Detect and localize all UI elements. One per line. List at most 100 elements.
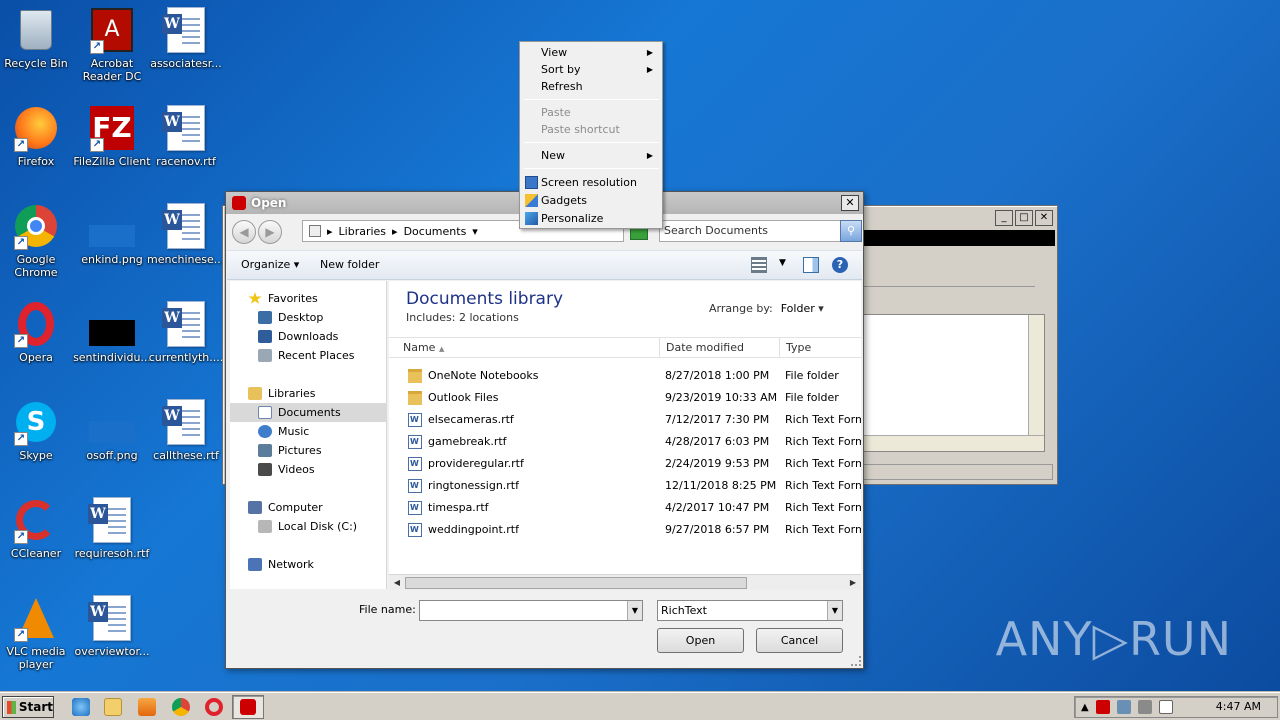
start-button[interactable]: Start <box>2 696 54 718</box>
network-tray-icon[interactable] <box>1116 700 1131 714</box>
nav-pictures[interactable]: Pictures <box>230 441 387 460</box>
nav-libraries[interactable]: Libraries <box>230 384 387 403</box>
menu-item-personalize[interactable]: Personalize <box>523 210 659 227</box>
window-list-area[interactable] <box>863 314 1045 452</box>
file-row[interactable]: Outlook Files 9/23/2019 10:33 AM File fo… <box>389 387 861 409</box>
search-input[interactable]: Search Documents <box>659 220 841 242</box>
column-name[interactable]: Name ▲ <box>389 338 660 358</box>
view-options-icon[interactable] <box>751 257 767 273</box>
desktop-icon-acrobat[interactable]: A ↗ Acrobat Reader DC <box>76 6 148 98</box>
nav-downloads[interactable]: Downloads <box>230 327 387 346</box>
nav-network[interactable]: Network <box>230 555 387 574</box>
help-icon[interactable]: ? <box>832 257 848 273</box>
file-row[interactable]: elsecameras.rtf 7/12/2017 7:30 PM Rich T… <box>389 409 861 431</box>
file-row[interactable]: weddingpoint.rtf 9/27/2018 6:57 PM Rich … <box>389 519 861 541</box>
back-button[interactable]: ◀ <box>232 220 256 244</box>
cancel-button[interactable]: Cancel <box>756 628 843 653</box>
file-row[interactable]: OneNote Notebooks 8/27/2018 1:00 PM File… <box>389 365 861 387</box>
menu-item-paste[interactable]: Paste <box>523 104 659 121</box>
clock[interactable]: 4:47 AM <box>1216 700 1261 713</box>
nav-computer[interactable]: Computer <box>230 498 387 517</box>
file-row[interactable]: ringtonessign.rtf 12/11/2018 8:25 PM Ric… <box>389 475 861 497</box>
nav-documents[interactable]: Documents <box>230 403 387 422</box>
navigation-pane[interactable]: Favorites Desktop Downloads Recent Place… <box>230 281 387 589</box>
breadcrumb-separator-icon[interactable]: ▸ <box>392 225 398 238</box>
desktop-icon-overviewtor[interactable]: W overviewtor... <box>75 594 149 686</box>
desktop-icon-associatesr[interactable]: W associatesr... <box>150 6 222 98</box>
desktop-icon-firefox[interactable]: ↗ Firefox <box>0 104 72 196</box>
file-row[interactable]: provideregular.rtf 2/24/2019 9:53 PM Ric… <box>389 453 861 475</box>
menu-item-new[interactable]: New ▶ <box>523 147 659 164</box>
internet-explorer-icon[interactable] <box>72 698 90 716</box>
action-center-flag-icon[interactable] <box>1158 700 1173 714</box>
file-type-select[interactable]: RichText ▼ <box>657 600 843 621</box>
chevron-down-icon[interactable]: ▼ <box>827 601 842 620</box>
scroll-right-icon[interactable]: ▶ <box>846 576 860 590</box>
column-date-modified[interactable]: Date modified <box>660 338 780 358</box>
desktop-icon-opera[interactable]: ↗ Opera <box>0 300 72 392</box>
desktop-icon-racenov[interactable]: W racenov.rtf <box>150 104 222 196</box>
close-button[interactable]: ✕ <box>1035 210 1053 226</box>
show-hidden-icons-icon[interactable]: ▲ <box>1081 702 1089 713</box>
media-player-icon[interactable] <box>138 698 156 716</box>
desktop-icon-vlc[interactable]: ↗ VLC media player <box>0 594 72 686</box>
file-row[interactable]: timespa.rtf 4/2/2017 10:47 PM Rich Text … <box>389 497 861 519</box>
horizontal-scrollbar[interactable] <box>864 435 1044 451</box>
desktop-icon-ccleaner[interactable]: ↗ CCleaner <box>0 496 72 588</box>
menu-item-gadgets[interactable]: Gadgets <box>523 192 659 209</box>
breadcrumb-libraries[interactable]: Libraries <box>339 225 387 238</box>
desktop-icon-osoff[interactable]: osoff.png <box>76 398 148 490</box>
breadcrumb-documents[interactable]: Documents <box>404 225 467 238</box>
maximize-button[interactable]: □ <box>1015 210 1033 226</box>
open-dialog[interactable]: Open ✕ ◀ ▶ ▸ Libraries ▸ Documents ▾ Sea… <box>225 191 864 669</box>
menu-item-paste-shortcut[interactable]: Paste shortcut <box>523 121 659 138</box>
desktop-icon-enkind[interactable]: enkind.png <box>76 202 148 294</box>
taskbar-active-app[interactable] <box>232 695 264 719</box>
column-type[interactable]: Type <box>780 338 861 358</box>
nav-videos[interactable]: Videos <box>230 460 387 479</box>
nav-desktop[interactable]: Desktop <box>230 308 387 327</box>
scroll-left-icon[interactable]: ◀ <box>390 576 404 590</box>
nav-favorites[interactable]: Favorites <box>230 289 387 308</box>
menu-item-view[interactable]: View ▶ <box>523 44 659 61</box>
volume-icon[interactable] <box>1137 700 1152 714</box>
search-icon[interactable]: ⚲ <box>840 220 862 242</box>
breadcrumb-dropdown-icon[interactable]: ▾ <box>472 225 478 238</box>
chevron-down-icon[interactable]: ▼ <box>627 601 642 620</box>
desktop-icon-callthese[interactable]: W callthese.rtf <box>150 398 222 490</box>
scrollbar-thumb[interactable] <box>405 577 747 589</box>
file-name-input[interactable]: ▼ <box>419 600 643 621</box>
menu-item-refresh[interactable]: Refresh <box>523 78 659 95</box>
opera-icon[interactable] <box>205 698 223 716</box>
file-explorer-icon[interactable] <box>104 698 122 716</box>
view-dropdown-icon[interactable]: ▼ <box>779 258 786 268</box>
horizontal-scrollbar[interactable]: ◀ ▶ <box>389 574 861 590</box>
desktop-icon-requiresoh[interactable]: W requiresoh.rtf <box>75 496 149 588</box>
menu-item-sort-by[interactable]: Sort by ▶ <box>523 61 659 78</box>
file-list-pane[interactable]: Documents library Includes: 2 locations … <box>389 281 861 589</box>
desktop-icon-menchinese[interactable]: W menchinese.... <box>147 202 228 294</box>
dialog-close-button[interactable]: ✕ <box>841 195 859 211</box>
open-button[interactable]: Open <box>657 628 744 653</box>
desktop-icon-sentindividu[interactable]: sentindividu... <box>73 300 151 392</box>
nav-music[interactable]: Music <box>230 422 387 441</box>
minimize-button[interactable]: _ <box>995 210 1013 226</box>
forward-button[interactable]: ▶ <box>258 220 282 244</box>
nav-local-disk[interactable]: Local Disk (C:) <box>230 517 387 536</box>
desktop-icon-filezilla[interactable]: FZ ↗ FileZilla Client <box>73 104 151 196</box>
desktop-icon-skype[interactable]: S ↗ Skype <box>0 398 72 490</box>
organize-button[interactable]: Organize ▾ <box>241 258 299 271</box>
file-row[interactable]: gamebreak.rtf 4/28/2017 6:03 PM Rich Tex… <box>389 431 861 453</box>
nav-recent-places[interactable]: Recent Places <box>230 346 387 365</box>
desktop-icon-currentlyth[interactable]: W currentlyth.... <box>149 300 223 392</box>
desktop-icon-chrome[interactable]: ↗ Google Chrome <box>0 202 72 294</box>
preview-pane-icon[interactable] <box>803 257 819 273</box>
resize-grip[interactable] <box>851 656 861 666</box>
new-folder-button[interactable]: New folder <box>320 258 379 271</box>
vertical-scrollbar[interactable] <box>1028 315 1044 437</box>
arrange-by[interactable]: Arrange by: Folder ▾ <box>709 302 824 315</box>
menu-item-screen-resolution[interactable]: Screen resolution <box>523 174 659 191</box>
chrome-icon[interactable] <box>172 698 190 716</box>
app-tray-icon[interactable] <box>1095 700 1110 714</box>
desktop-icon-recycle-bin[interactable]: Recycle Bin <box>0 6 72 98</box>
